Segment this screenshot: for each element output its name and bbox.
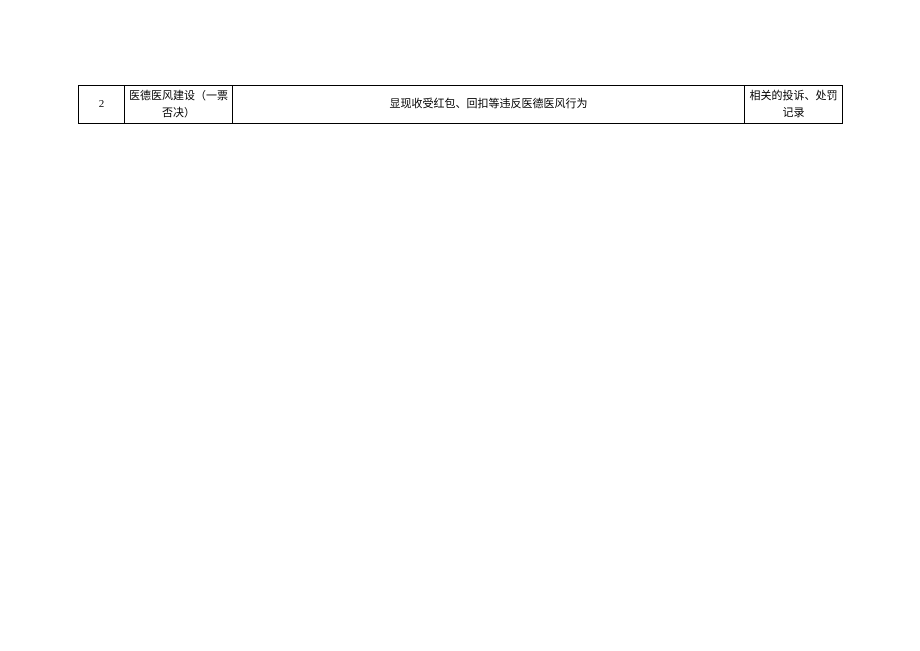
cell-notes: 相关的投诉、处罚记录 [745, 86, 843, 124]
table-row: 2 医德医风建设（一票否决） 显现收受红包、回扣等违反医德医风行为 相关的投诉、… [79, 86, 843, 124]
cell-description: 显现收受红包、回扣等违反医德医风行为 [233, 86, 745, 124]
document-table-container: 2 医德医风建设（一票否决） 显现收受红包、回扣等违反医德医风行为 相关的投诉、… [78, 85, 842, 124]
evaluation-table: 2 医德医风建设（一票否决） 显现收受红包、回扣等违反医德医风行为 相关的投诉、… [78, 85, 843, 124]
cell-index: 2 [79, 86, 125, 124]
cell-category: 医德医风建设（一票否决） [125, 86, 233, 124]
